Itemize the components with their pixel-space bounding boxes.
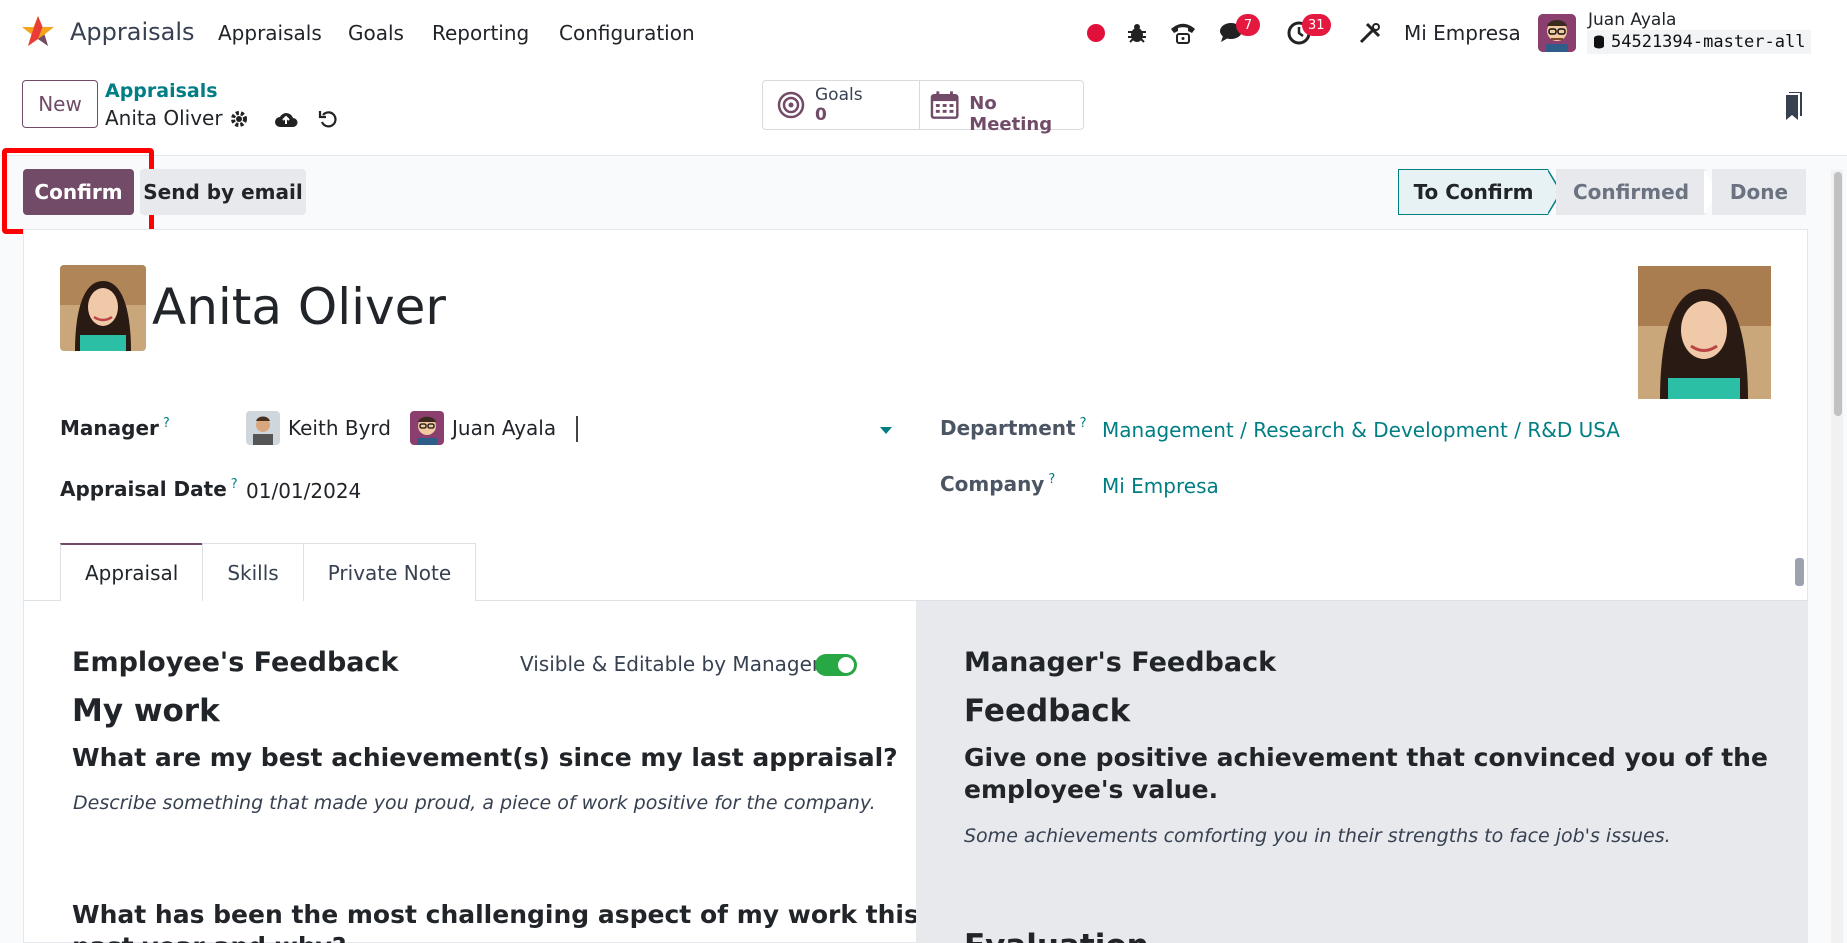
appraisal-date-label: Appraisal Date?	[60, 477, 238, 501]
stage-confirmed[interactable]: Confirmed	[1556, 169, 1706, 215]
meeting-smart-button[interactable]: No Meeting	[919, 81, 1083, 135]
menu-reporting[interactable]: Reporting	[432, 21, 529, 45]
user-avatar[interactable]	[1538, 14, 1576, 52]
company-switcher[interactable]: Mi Empresa	[1404, 21, 1521, 45]
chevron-down-icon[interactable]	[880, 427, 892, 434]
tools-icon[interactable]	[1355, 18, 1385, 48]
meeting-label: No Meeting	[969, 93, 1053, 135]
manager-tag-label: Juan Ayala	[452, 416, 557, 440]
tab-appraisal[interactable]: Appraisal	[60, 543, 204, 601]
control-panel: New Appraisals Anita Oliver Goals 0 No M…	[0, 66, 1847, 156]
goals-value: 0	[815, 105, 827, 125]
user-name[interactable]: Juan Ayala	[1588, 10, 1676, 30]
manager-question-1[interactable]: Give one positive achievement that convi…	[964, 742, 1768, 774]
tab-skills[interactable]: Skills	[202, 543, 304, 601]
visibility-toggle-label: Visible & Editable by Manager	[520, 652, 821, 676]
breadcrumb-parent-link[interactable]: Appraisals	[105, 80, 218, 102]
employee-hint-1[interactable]: Describe something that made you proud, …	[73, 792, 876, 814]
new-button[interactable]: New	[22, 80, 98, 128]
employee-photo[interactable]	[1638, 266, 1771, 399]
manager-tag-juan-ayala[interactable]: Juan Ayala	[410, 410, 556, 446]
confirm-button[interactable]: Confirm	[23, 169, 134, 215]
gear-icon[interactable]	[226, 106, 252, 132]
page-scrollbar-thumb[interactable]	[1834, 172, 1842, 416]
goals-smart-button[interactable]: Goals 0	[763, 81, 919, 129]
employee-name[interactable]: Anita Oliver	[152, 278, 446, 336]
activities-badge: 31	[1302, 14, 1331, 36]
stage-to-confirm[interactable]: To Confirm	[1398, 169, 1548, 215]
evaluation-heading: Evaluation	[964, 928, 1149, 943]
breadcrumb-current: Anita Oliver	[105, 106, 223, 130]
smart-buttons: Goals 0 No Meeting	[762, 80, 1084, 135]
manager-avatar	[410, 411, 444, 445]
debug-bug-icon[interactable]	[1122, 18, 1152, 48]
manager-avatar	[246, 411, 280, 445]
inner-scrollbar-thumb[interactable]	[1795, 558, 1804, 586]
discard-undo-icon[interactable]	[315, 106, 341, 132]
company-label: Company?	[940, 472, 1056, 496]
my-work-heading: My work	[72, 693, 220, 729]
app-title[interactable]: Appraisals	[70, 18, 195, 46]
target-icon	[777, 91, 805, 119]
manager-tag-label: Keith Byrd	[288, 416, 391, 440]
save-cloud-icon[interactable]	[273, 106, 299, 132]
stage-done[interactable]: Done	[1712, 169, 1806, 215]
menu-goals[interactable]: Goals	[348, 21, 404, 45]
odoo-app-icon[interactable]	[20, 14, 56, 50]
company-field[interactable]: Mi Empresa	[1102, 474, 1219, 498]
messages-badge: 7	[1236, 14, 1260, 36]
manager-hint-1[interactable]: Some achievements comforting you in thei…	[964, 825, 1671, 847]
calendar-icon	[930, 91, 959, 119]
employee-question-2[interactable]: What has been the most challenging aspec…	[72, 899, 919, 931]
database-name: 54521394-master-all	[1587, 30, 1812, 54]
manager-label: Manager?	[60, 416, 170, 440]
feedback-heading: Feedback	[964, 693, 1131, 729]
record-indicator-icon[interactable]	[1087, 24, 1105, 42]
employee-avatar[interactable]	[60, 265, 146, 351]
help-icon[interactable]: ?	[231, 477, 238, 492]
goals-label: Goals	[815, 85, 863, 105]
manager-tag-keith-byrd[interactable]: Keith Byrd	[246, 410, 391, 446]
employee-feedback-title: Employee's Feedback	[72, 647, 399, 678]
employee-question-1[interactable]: What are my best achievement(s) since my…	[72, 742, 898, 774]
top-navbar: Appraisals Appraisals Goals Reporting Co…	[0, 0, 1847, 66]
phone-icon[interactable]	[1168, 18, 1198, 48]
department-field[interactable]: Management / Research & Development / R&…	[1102, 418, 1620, 442]
tab-private-note[interactable]: Private Note	[302, 543, 477, 601]
manager-question-1-cont[interactable]: employee's value.	[964, 774, 1218, 806]
manager-feedback-title: Manager's Feedback	[964, 647, 1277, 678]
database-icon	[1594, 35, 1604, 49]
manager-input-cursor[interactable]	[576, 416, 578, 442]
help-icon[interactable]: ?	[1080, 416, 1087, 431]
help-icon[interactable]: ?	[1048, 472, 1055, 487]
employee-question-2-cont[interactable]: past year and why?	[72, 931, 346, 943]
bookmark-icon[interactable]	[1782, 92, 1804, 122]
send-by-email-button[interactable]: Send by email	[140, 169, 306, 215]
appraisal-date-field[interactable]: 01/01/2024	[246, 479, 361, 503]
visibility-toggle[interactable]	[815, 654, 857, 676]
notebook-tabs: Appraisal Skills Private Note	[60, 543, 477, 601]
database-name-text: 54521394-master-all	[1611, 32, 1806, 52]
help-icon[interactable]: ?	[163, 416, 170, 431]
menu-configuration[interactable]: Configuration	[559, 21, 695, 45]
menu-appraisals[interactable]: Appraisals	[218, 21, 322, 45]
department-label: Department?	[940, 416, 1087, 440]
